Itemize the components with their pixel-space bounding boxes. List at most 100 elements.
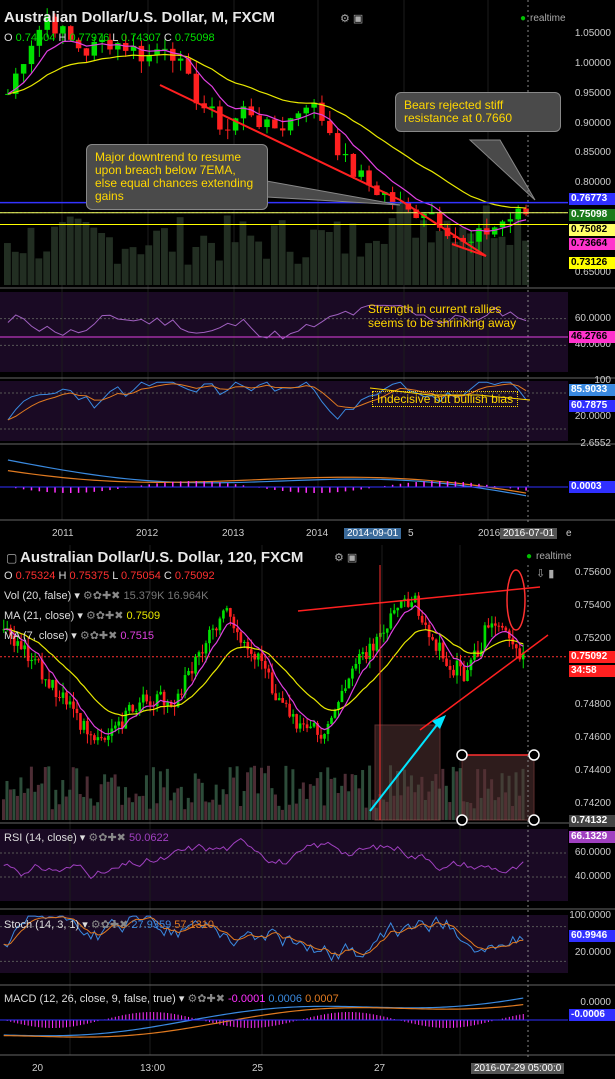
volume-bar-5 [43, 251, 51, 285]
volume-bar-46 [162, 787, 166, 820]
volume-bar-27 [96, 802, 100, 820]
stoch-legend[interactable]: Stoch (14, 3, 1) ▾ ⚙✿✚✖ 27.9359 57.1310 [4, 918, 214, 931]
indicator-label[interactable]: MA (21, close) ▾ [4, 610, 86, 622]
candle-body-142 [497, 625, 501, 627]
settings-icons[interactable]: ⚙ ▣ [334, 551, 357, 564]
macd-legend-label[interactable]: MACD (12, 26, close, 9, false, true) ▾ [4, 993, 187, 1005]
volume-bar-130 [455, 771, 459, 820]
rsi-tick-1: 40.0000 [574, 871, 611, 882]
candle-body-41 [145, 694, 149, 702]
range-box-2 [461, 754, 535, 821]
indicator-tools-icon[interactable]: ⚙✿✚✖ [187, 993, 228, 1005]
candle-body-110 [385, 628, 389, 633]
candle-body-40 [141, 694, 145, 703]
low-flag: 0.74132 [569, 815, 615, 827]
intraday-chart-title[interactable]: Australian Dollar/U.S. Dollar, 120, FXCM [20, 549, 303, 566]
indicator-tools-icon[interactable]: ⚙✿✚✖ [83, 590, 124, 602]
volume-bar-20 [161, 228, 168, 285]
indicator-tools-icon[interactable]: ⚙✿✚✖ [80, 630, 121, 642]
macd-legend[interactable]: MACD (12, 26, close, 9, false, true) ▾ ⚙… [4, 992, 339, 1005]
volume-bar-9 [74, 218, 82, 285]
price-tick-5: 0.74600 [574, 731, 611, 743]
candle-body-79 [277, 698, 281, 701]
candle-body-82 [288, 703, 291, 717]
indicator-value: 0.7509 [126, 610, 161, 622]
volume-bar-48 [169, 800, 173, 820]
settings-icons[interactable]: ⚙ ▣ [340, 12, 363, 25]
volume-bar-4 [15, 795, 19, 820]
stoch-legend-label[interactable]: Stoch (14, 3, 1) ▾ [4, 919, 91, 931]
volume-bar-94 [329, 778, 333, 820]
volume-bar-42 [148, 808, 152, 820]
candle-body-15 [54, 679, 58, 698]
indicator-label[interactable]: Vol (20, false) ▾ [4, 590, 83, 602]
indicator-row-2[interactable]: MA (7, close) ▾ ⚙✿✚✖ 0.7515 [4, 629, 154, 642]
monthly-chart-title[interactable]: Australian Dollar/U.S. Dollar, M, FXCM [4, 9, 275, 26]
volume-bar-56 [197, 778, 201, 820]
candle-body-10 [37, 659, 40, 661]
indicator-label[interactable]: MA (7, close) ▾ [4, 630, 80, 642]
volume-bar-24 [85, 776, 89, 820]
candle-body-54 [190, 671, 194, 674]
candle-body-42 [148, 701, 152, 706]
rsi-legend[interactable]: RSI (14, close) ▾ ⚙✿✚✖ 50.0622 [4, 831, 169, 844]
candle-body-27 [96, 737, 100, 741]
candle-body-42 [334, 133, 341, 156]
candle-body-62 [218, 618, 222, 631]
intraday-chart-panel: ▢ Australian Dollar/U.S. Dollar, 120, FX… [0, 545, 615, 1079]
candle-body-32 [113, 725, 117, 729]
volume-bar-68 [239, 806, 243, 820]
volume-bar-19 [68, 789, 72, 820]
volume-bar-105 [368, 765, 372, 820]
indicator-tools-icon[interactable]: ⚙✿✚✖ [86, 610, 127, 622]
indicator-tools-icon[interactable]: ⚙✿✚✖ [91, 919, 132, 931]
candle-body-104 [365, 652, 368, 660]
indicator-tools-icon[interactable]: ⚙✿✚✖ [88, 832, 129, 844]
volume-bar-30 [106, 781, 110, 820]
candle-body-46 [162, 691, 166, 706]
volume-bar-12 [98, 232, 106, 285]
price-tick-4: 0.85000 [574, 147, 611, 159]
volume-bar-33 [117, 786, 121, 820]
candle-body-64 [225, 608, 229, 611]
volume-bar-91 [319, 772, 323, 820]
candle-body-143 [501, 625, 504, 628]
drag-handle-2 [456, 814, 468, 826]
volume-bar-25 [200, 235, 208, 285]
volume-bar-66 [232, 777, 236, 820]
volume-bar-49 [388, 218, 396, 285]
realtime-dot-icon: ● [520, 13, 527, 24]
candle-body-59 [208, 629, 211, 644]
time-tick-8: e [566, 528, 572, 539]
volume-bar-0 [4, 243, 11, 285]
timer-flag: 34:58 [569, 664, 615, 677]
volume-bar-70 [246, 772, 250, 820]
volume-bar-90 [315, 778, 319, 820]
volume-bar-6 [22, 792, 26, 820]
volume-bar-21 [75, 768, 79, 820]
candle-body-132 [462, 666, 466, 681]
volume-bar-87 [305, 798, 309, 820]
volume-bar-11 [40, 783, 44, 820]
stoch-legend-value-0: 27.9359 [131, 919, 175, 931]
candle-body-53 [187, 671, 190, 676]
volume-bar-26 [92, 805, 96, 820]
indicator-row-0[interactable]: Vol (20, false) ▾ ⚙✿✚✖ 15.379K 16.964K [4, 589, 209, 602]
rsi-tick-0: 60.0000 [574, 312, 611, 324]
volume-bar-61 [482, 205, 490, 285]
ohlc-key-L: L [112, 32, 122, 44]
volume-bar-10 [82, 221, 90, 285]
candle-body-21 [75, 708, 79, 714]
volume-bar-54 [427, 242, 435, 285]
rsi-legend-label[interactable]: RSI (14, close) ▾ [4, 832, 88, 844]
indicator-row-1[interactable]: MA (21, close) ▾ ⚙✿✚✖ 0.7509 [4, 609, 160, 622]
volume-bar-64 [506, 244, 514, 285]
volume-bar-102 [357, 788, 361, 820]
candle-body-75 [263, 660, 267, 669]
candle-body-83 [291, 714, 295, 717]
candle-body-102 [358, 654, 361, 664]
ohlc-key-O: O [4, 570, 16, 582]
scroll-arrows-icon[interactable]: ⇩ ▮ [536, 567, 554, 580]
volume-bar-65 [228, 767, 232, 820]
chart-square-icon[interactable]: ▢ [6, 551, 17, 565]
